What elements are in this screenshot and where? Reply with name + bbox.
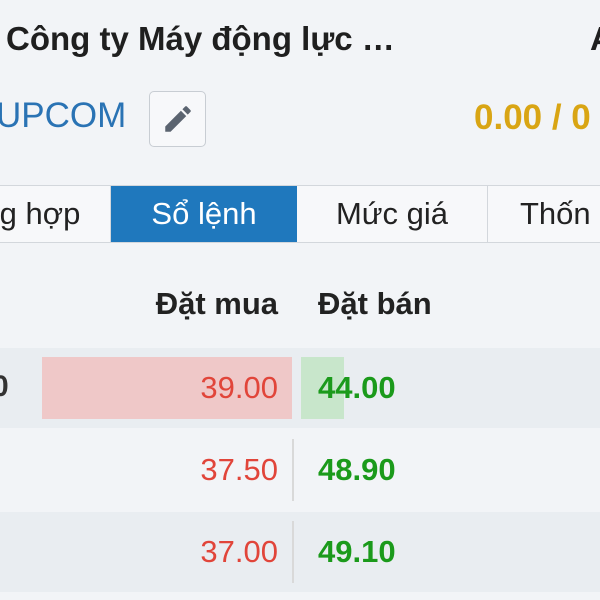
bid-price: 37.50 bbox=[200, 452, 278, 487]
company-title: Công ty Máy động lực … bbox=[6, 20, 395, 57]
bid-price: 37.00 bbox=[200, 534, 278, 569]
tab-summary[interactable]: g hợp bbox=[0, 186, 111, 242]
exchange-label[interactable]: UPCOM bbox=[0, 96, 126, 136]
orderbook-row: 37.50 48.90 bbox=[0, 430, 600, 510]
bid-price: 39.00 bbox=[200, 370, 278, 405]
ask-price: 44.00 bbox=[318, 370, 396, 405]
edit-button[interactable] bbox=[149, 91, 206, 147]
price-change-value: 0.00 / 0 bbox=[474, 98, 591, 137]
truncated-header-text: A bbox=[590, 20, 600, 58]
tab-order-book[interactable]: Sổ lệnh bbox=[111, 186, 297, 242]
ask-price: 48.90 bbox=[318, 452, 396, 487]
tab-statistics[interactable]: Thốn bbox=[488, 186, 600, 242]
tab-price-levels[interactable]: Mức giá bbox=[297, 186, 488, 242]
column-divider bbox=[292, 439, 294, 501]
pencil-icon bbox=[164, 106, 191, 132]
bid-column-header: Đặt mua bbox=[155, 286, 278, 321]
stock-detail-panel: Công ty Máy động lực … A UPCOM 0.00 / 0 … bbox=[0, 0, 600, 600]
ask-column-header: Đặt bán bbox=[318, 286, 432, 321]
row-edge-text: 0 bbox=[0, 370, 9, 403]
orderbook-row: 37.00 49.10 bbox=[0, 512, 600, 592]
column-divider bbox=[292, 521, 294, 583]
ask-price: 49.10 bbox=[318, 534, 396, 569]
tab-bar: g hợp Sổ lệnh Mức giá Thốn bbox=[0, 185, 600, 243]
orderbook-row: 0 39.00 44.00 bbox=[0, 348, 600, 428]
